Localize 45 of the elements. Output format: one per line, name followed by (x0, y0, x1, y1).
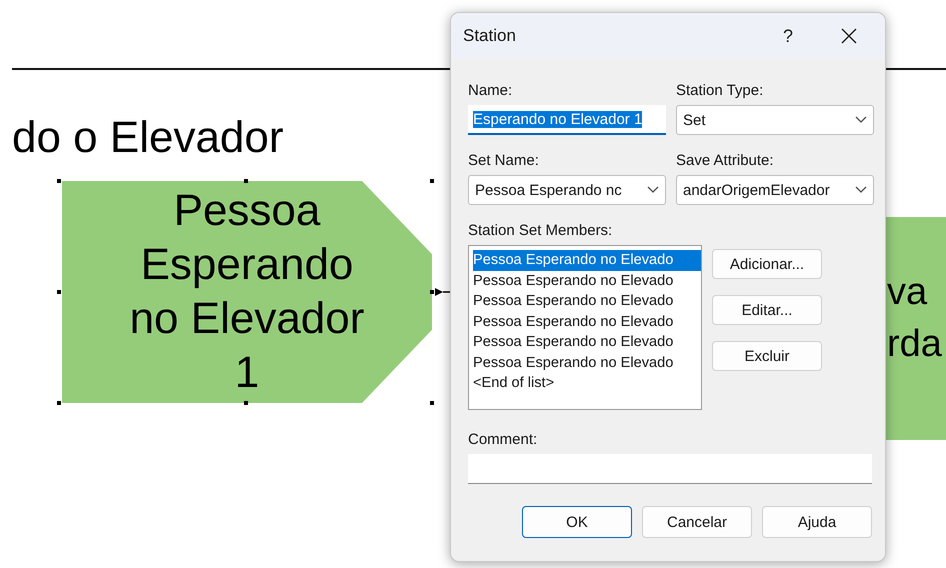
diagram-text: do o Elevador (12, 112, 284, 164)
list-item[interactable]: <End of list> (473, 373, 701, 394)
field-label: Station Set Members: (468, 221, 614, 241)
help-button[interactable]: ? (763, 13, 813, 59)
dropdown[interactable]: andarOrigemElevador (676, 175, 874, 205)
field-label: Name: (468, 81, 514, 101)
dialog-button[interactable]: Cancelar (642, 506, 752, 538)
selection-handle[interactable] (430, 290, 434, 294)
selection-handle[interactable] (57, 290, 61, 294)
selection-handle[interactable] (430, 401, 434, 405)
window-title: Station (463, 26, 517, 46)
action-button[interactable]: Editar... (712, 295, 822, 325)
action-button[interactable]: Adicionar... (712, 249, 822, 279)
action-button[interactable]: Excluir (712, 341, 822, 371)
list-item[interactable]: Pessoa Esperando no Elevado (473, 312, 701, 332)
process-module[interactable]: va rda (886, 217, 946, 440)
text-field[interactable]: Esperando no Elevador 1 (468, 105, 666, 135)
field-label: Set Name: (468, 151, 540, 171)
chevron-down-icon (855, 186, 867, 194)
close-icon (841, 28, 857, 44)
process-module[interactable]: Pessoa Esperando no Elevador 1 (62, 181, 432, 403)
selection-handle[interactable] (244, 401, 248, 405)
list-item[interactable]: Pessoa Esperando no Elevado (473, 352, 701, 373)
chevron-down-icon (647, 186, 659, 194)
comment-field[interactable] (468, 454, 872, 484)
selection-handle[interactable] (430, 179, 434, 183)
field-label: Comment: (468, 430, 538, 450)
list-item[interactable]: Pessoa Esperando no Elevado (473, 332, 701, 352)
dialog-button[interactable]: OK (522, 506, 632, 538)
field-label: Station Type: (676, 81, 764, 101)
list-box[interactable]: Pessoa Esperando no Elevado Pessoa Esperando no Elevado Pessoa Esperando no Elevado Pessoa Esperando no Elevado Pessoa Esperando no Elevado Pessoa Esperando no Elevado <End of list> (468, 245, 702, 410)
selection-handle[interactable] (244, 179, 248, 183)
list-item[interactable]: Pessoa Esperando no Elevado (473, 270, 701, 291)
connector-arrow (435, 288, 450, 296)
dialog-button[interactable]: Ajuda (762, 506, 872, 538)
module-label: Pessoa Esperando no Elevador 1 (130, 185, 364, 399)
selection-handle[interactable] (57, 401, 61, 405)
chevron-down-icon (855, 116, 867, 124)
dropdown[interactable]: Set (676, 105, 874, 135)
dropdown[interactable]: Pessoa Esperando nc (468, 175, 666, 205)
list-item[interactable]: Pessoa Esperando no Elevado (473, 250, 701, 270)
list-item[interactable]: Pessoa Esperando no Elevado (473, 291, 701, 312)
module-label: va rda (887, 270, 942, 366)
field-label: Save Attribute: (676, 151, 775, 171)
selection-handle[interactable] (57, 179, 61, 183)
